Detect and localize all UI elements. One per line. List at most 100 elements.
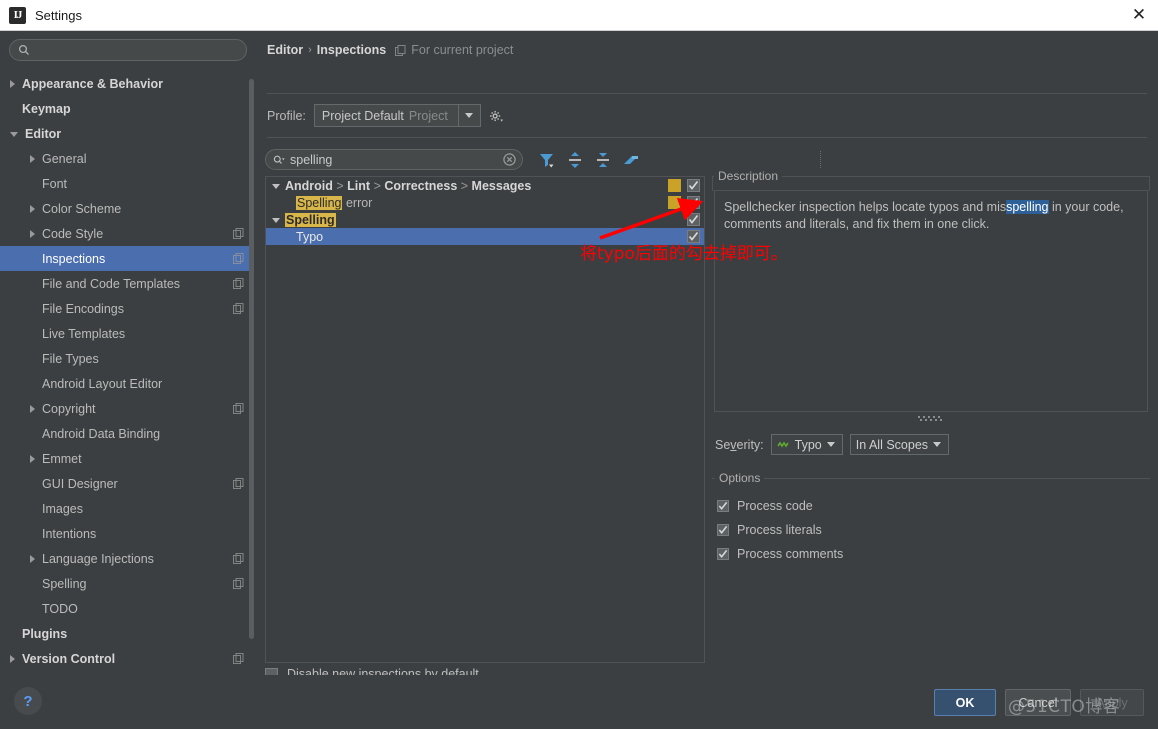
sidebar-item-color-scheme[interactable]: Color Scheme: [0, 196, 250, 221]
chevron-right-icon[interactable]: [30, 454, 35, 463]
sidebar-item-images[interactable]: Images: [0, 496, 250, 521]
sidebar-item-plugins[interactable]: Plugins: [0, 621, 250, 646]
option-checkbox[interactable]: [717, 548, 729, 560]
sidebar-item-todo[interactable]: TODO: [0, 596, 250, 621]
breadcrumb-root[interactable]: Editor: [267, 43, 303, 57]
sidebar-item-label: Images: [42, 501, 83, 516]
sidebar-item-label: GUI Designer: [42, 476, 118, 491]
chevron-right-icon[interactable]: [30, 204, 35, 213]
copy-icon: [233, 478, 244, 489]
sidebar-item-spelling[interactable]: Spelling: [0, 571, 250, 596]
reset-to-defaults-button[interactable]: [619, 148, 643, 171]
gear-icon[interactable]: [489, 109, 503, 123]
help-button[interactable]: ?: [14, 687, 42, 715]
sidebar-item-language-injections[interactable]: Language Injections: [0, 546, 250, 571]
inspection-row-text-part: Android: [285, 178, 333, 193]
sidebar-search-input[interactable]: [30, 43, 246, 57]
option-row[interactable]: Process comments: [717, 547, 843, 561]
close-icon[interactable]: ✕: [1120, 0, 1158, 30]
sidebar-item-code-style[interactable]: Code Style: [0, 221, 250, 246]
severity-swatch[interactable]: [668, 179, 681, 192]
option-checkbox[interactable]: [717, 500, 729, 512]
sidebar-scrollbar[interactable]: [249, 79, 254, 639]
inspection-row[interactable]: Spelling: [266, 211, 704, 228]
inspection-search-input[interactable]: spelling: [285, 153, 503, 167]
inspection-search-box[interactable]: spelling: [265, 149, 523, 170]
sidebar-item-file-encodings[interactable]: File Encodings: [0, 296, 250, 321]
option-label: Process comments: [737, 547, 844, 561]
inspection-row-text-part: >: [332, 178, 348, 193]
severity-label: Severity:: [715, 437, 764, 452]
severity-dropdown[interactable]: Typo: [770, 434, 843, 455]
sidebar-item-keymap[interactable]: Keymap: [0, 96, 250, 121]
breadcrumb-scope: For current project: [411, 43, 514, 57]
sidebar-item-editor[interactable]: Editor: [0, 121, 250, 146]
chevron-down-icon[interactable]: [457, 105, 480, 126]
sidebar-item-inspections[interactable]: Inspections: [0, 246, 250, 271]
option-row[interactable]: Process literals: [717, 523, 822, 537]
collapse-all-button[interactable]: [591, 148, 615, 171]
inspection-enabled-checkbox[interactable]: [687, 196, 700, 209]
sidebar-item-appearance-behavior[interactable]: Appearance & Behavior: [0, 71, 250, 96]
app-logo-icon: IJ: [9, 6, 26, 24]
sidebar-item-label: Emmet: [42, 451, 82, 466]
inspection-row[interactable]: Android > Lint > Correctness > Messages: [266, 177, 704, 194]
sidebar-item-gui-designer[interactable]: GUI Designer: [0, 471, 250, 496]
sidebar-item-label: Editor: [25, 126, 62, 141]
sidebar-item-label: File and Code Templates: [42, 276, 181, 291]
option-label: Process literals: [737, 523, 822, 537]
chevron-right-icon[interactable]: [30, 554, 35, 563]
sidebar-item-font[interactable]: Font: [0, 171, 250, 196]
profile-divider: [267, 137, 1147, 138]
sidebar-item-label: Live Templates: [42, 326, 126, 341]
sidebar-item-general[interactable]: General: [0, 146, 250, 171]
splitter-grip[interactable]: [918, 416, 944, 421]
sidebar-item-android-layout-editor[interactable]: Android Layout Editor: [0, 371, 250, 396]
ok-button[interactable]: OK: [934, 689, 996, 716]
profile-row: Profile: Project Default Project: [267, 104, 503, 127]
chevron-right-icon[interactable]: [30, 404, 35, 413]
chevron-right-icon[interactable]: [30, 154, 35, 163]
copy-icon: [233, 253, 244, 264]
sidebar-item-label: Spelling: [42, 576, 87, 591]
expand-all-button[interactable]: [563, 148, 587, 171]
chevron-down-icon[interactable]: [272, 184, 280, 189]
sidebar-item-emmet[interactable]: Emmet: [0, 446, 250, 471]
options-divider: [712, 478, 1150, 479]
inspection-row-label: Spelling error: [296, 195, 372, 210]
option-checkbox[interactable]: [717, 524, 729, 536]
description-highlight: spelling: [1006, 200, 1049, 214]
sidebar-item-label: Font: [42, 176, 68, 191]
copy-icon: [233, 553, 244, 564]
sidebar-item-live-templates[interactable]: Live Templates: [0, 321, 250, 346]
sidebar-item-file-and-code-templates[interactable]: File and Code Templates: [0, 271, 250, 296]
copy-icon: [233, 653, 244, 664]
chevron-down-icon[interactable]: [272, 218, 280, 223]
sidebar-item-android-data-binding[interactable]: Android Data Binding: [0, 421, 250, 446]
severity-row: Severity: Typo In All Scopes: [715, 434, 950, 455]
option-row[interactable]: Process code: [717, 499, 813, 513]
chevron-right-icon[interactable]: [10, 654, 15, 663]
severity-swatch[interactable]: [668, 196, 681, 209]
inspection-row-gutter: [668, 177, 704, 194]
sidebar-item-version-control[interactable]: Version Control: [0, 646, 250, 671]
chevron-right-icon[interactable]: [10, 79, 15, 88]
chevron-right-icon[interactable]: [30, 229, 35, 238]
inspection-enabled-checkbox[interactable]: [687, 179, 700, 192]
inspection-row[interactable]: Spelling error: [266, 194, 704, 211]
sidebar-item-intentions[interactable]: Intentions: [0, 521, 250, 546]
inspection-enabled-checkbox[interactable]: [687, 213, 700, 226]
sidebar-item-label: File Types: [42, 351, 99, 366]
chevron-down-icon[interactable]: [10, 132, 18, 137]
severity-scope-dropdown[interactable]: In All Scopes: [849, 434, 950, 455]
clear-icon[interactable]: [503, 153, 516, 166]
filter-icon: [540, 153, 554, 167]
severity-swatch-empty: [668, 213, 681, 226]
profile-dropdown[interactable]: Project Default Project: [313, 104, 481, 127]
sidebar-search-box[interactable]: [9, 39, 247, 61]
sidebar-item-file-types[interactable]: File Types: [0, 346, 250, 371]
window-title: Settings: [35, 7, 82, 23]
filter-inspections-button[interactable]: [535, 148, 559, 171]
breadcrumb-current: Inspections: [316, 43, 387, 57]
sidebar-item-copyright[interactable]: Copyright: [0, 396, 250, 421]
